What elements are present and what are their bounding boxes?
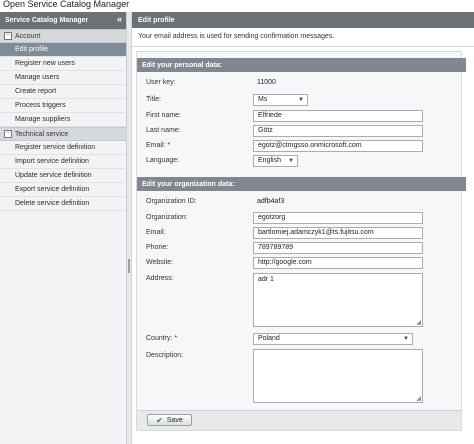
organization-field[interactable]: egotzorg [253,212,423,224]
nav-item-export-service-definition[interactable]: Export service definition [0,183,126,197]
org-email-field[interactable]: bartlomiej.adamczyk1@ts.fujitsu.com [253,227,423,239]
required-marker: * [167,142,171,149]
nav-item-manage-users[interactable]: Manage users [0,71,126,85]
language-select[interactable]: English ▼ [253,155,298,167]
address-textarea[interactable]: adr 1 ◢ [253,273,423,327]
last-name-label: Last name: [146,127,181,134]
website-field[interactable]: http://google.com [253,257,423,269]
nav-item-import-service-definition[interactable]: Import service definition [0,155,126,169]
org-id-label: Organization ID: [146,198,197,205]
section-label: Account [15,32,41,40]
section-label: Technical service [15,130,69,138]
chevron-down-icon: ▼ [298,97,304,103]
email-field[interactable]: egotz@ctmgsso.onmicrosoft.com [253,140,423,152]
nav-item-manage-suppliers[interactable]: Manage suppliers [0,113,126,127]
page-title: Edit profile [132,12,474,28]
chevron-down-icon: ▼ [288,158,294,164]
splitter-grip-icon[interactable] [128,259,130,273]
form-footer: ✔ Save [137,410,461,430]
description-textarea[interactable]: ◢ [253,349,423,403]
email-label-text: Email: [146,142,166,149]
country-select[interactable]: Poland ▼ [253,333,413,345]
title-select[interactable]: Ms ▼ [253,94,308,106]
org-id-value: adfb4af3 [257,198,285,205]
nav-item-register-service-definition[interactable]: Register service definition [0,141,126,155]
info-message: Your email address is used for sending c… [132,28,474,47]
nav-item-edit-profile[interactable]: Edit profile [0,43,126,57]
app-title: Open Service Catalog Manager [0,0,474,12]
language-label: Language: [146,157,180,164]
sidebar-title: Service Catalog Manager [5,17,89,24]
first-name-label: First name: [146,112,182,119]
chevron-down-icon: ▼ [403,336,409,342]
description-label: Description: [146,352,183,359]
nav-item-create-report[interactable]: Create report [0,85,126,99]
nav-item-delete-service-definition[interactable]: Delete service definition [0,197,126,211]
nav-item-update-service-definition[interactable]: Update service definition [0,169,126,183]
language-select-value: English [258,157,281,164]
phone-field[interactable]: 789789789 [253,242,423,254]
country-label-text: Country: [146,335,173,342]
title-select-value: Ms [258,96,268,103]
org-email-label: Email: [146,229,166,236]
collapse-toggle-icon[interactable]: − [4,130,12,138]
phone-label: Phone: [146,244,169,251]
save-button-label: Save [166,416,183,424]
user-key-value: 11000 [257,79,276,86]
save-button[interactable]: ✔ Save [147,414,192,426]
sidebar-header: Service Catalog Manager « [0,12,126,29]
nav-item-register-new-users[interactable]: Register new users [0,57,126,71]
checkmark-icon: ✔ [156,415,163,425]
organization-label: Organization: [146,214,188,221]
country-label: Country: * [146,335,177,342]
required-marker: * [174,335,178,342]
nav-item-process-triggers[interactable]: Process triggers [0,99,126,113]
collapse-sidebar-button[interactable]: « [117,14,122,24]
first-name-field[interactable]: Elfriede [253,110,423,122]
resize-handle-icon[interactable]: ◢ [416,320,421,326]
organization-data-heading: Edit your organization data: [137,177,466,191]
country-select-value: Poland [258,335,280,342]
sidebar: Service Catalog Manager « − Account Edit… [0,12,127,444]
address-label: Address: [146,275,174,282]
last-name-field[interactable]: Götz [253,125,423,137]
website-label: Website: [146,259,174,266]
personal-data-heading: Edit your personal data: [137,58,466,72]
section-technical-service[interactable]: − Technical service [0,127,126,141]
main-panel: Edit profile Your email address is used … [132,12,474,444]
address-value: adr 1 [258,276,274,283]
title-label: Title: [146,96,161,103]
resize-handle-icon[interactable]: ◢ [416,396,421,402]
collapse-toggle-icon[interactable]: − [4,32,12,40]
user-key-label: User key: [146,79,176,86]
form-panel: Edit your personal data: User key: 11000… [136,51,466,431]
email-label: Email: * [146,142,170,149]
section-account[interactable]: − Account [0,29,126,43]
